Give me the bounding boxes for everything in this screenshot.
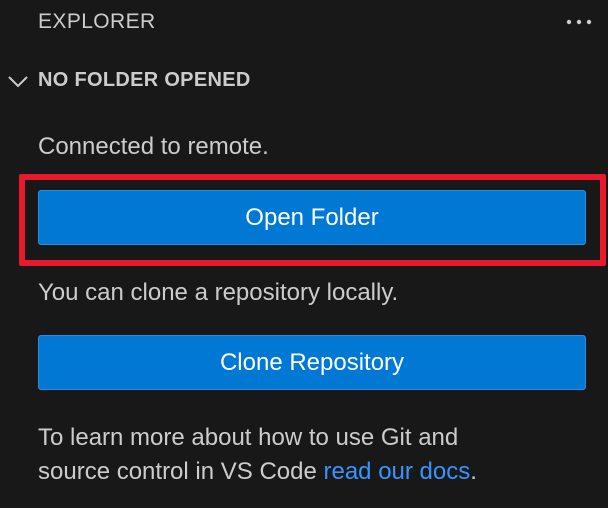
explorer-header: EXPLORER [0,0,608,46]
learn-more-line-2: source control in VS Code read our docs. [38,456,477,488]
explorer-title: EXPLORER [38,10,156,33]
section-title: NO FOLDER OPENED [38,69,251,91]
learn-more-suffix: . [470,458,477,485]
connected-text: Connected to remote. [38,133,269,160]
ellipsis-icon [566,19,592,25]
learn-more-line-1: To learn more about how to use Git and [38,424,459,451]
no-folder-section-header[interactable]: NO FOLDER OPENED [0,60,608,100]
clone-hint-text: You can clone a repository locally. [38,279,399,306]
learn-more-prefix: source control in VS Code [38,458,324,485]
open-folder-button[interactable]: Open Folder [38,190,586,245]
clone-repository-button[interactable]: Clone Repository [38,335,586,390]
more-actions-button[interactable] [562,8,596,36]
chevron-down-icon [8,76,28,88]
read-our-docs-link[interactable]: read our docs [323,458,470,485]
